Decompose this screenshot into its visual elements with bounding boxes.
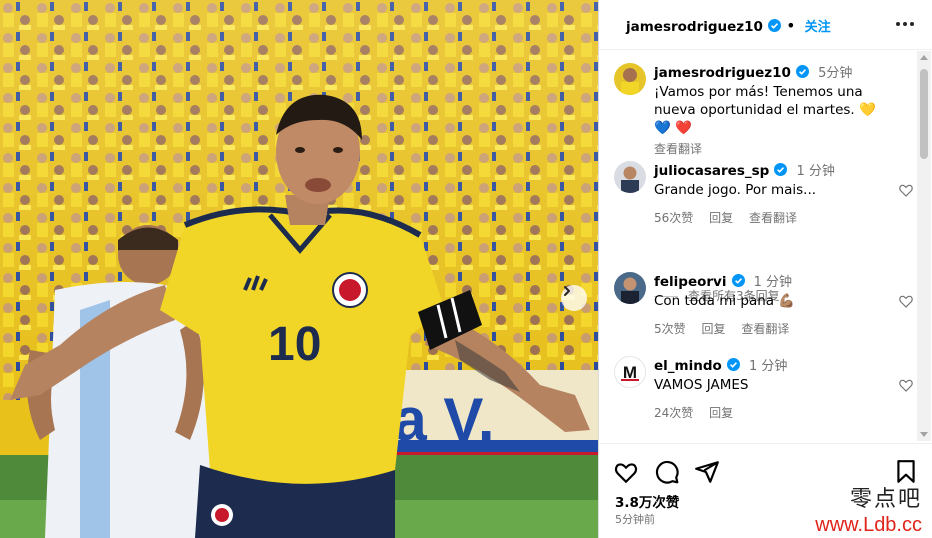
comment-time: 1 分钟 [748,359,788,374]
heart-icon[interactable] [898,377,914,393]
comment-likes[interactable]: 5次赞 [654,322,686,336]
comment-time: 1 分钟 [753,275,793,290]
reply-button[interactable]: 回复 [701,322,725,336]
likes-count[interactable]: 3.8万次赞 [615,491,679,511]
author-username[interactable]: jamesrodriguez10 [626,19,763,35]
avatar[interactable] [614,161,646,193]
heart-icon[interactable] [898,293,914,309]
see-translation-link[interactable]: 查看翻译 [654,142,702,156]
more-options-icon[interactable] [895,14,915,34]
watermark-chinese: 零点吧 [849,487,922,512]
caption-text: ¡Vamos por más! Tenemos una nueva oportu… [654,84,876,136]
avatar[interactable]: M [614,356,646,388]
chevron-right-icon [564,286,570,296]
bookmark-icon[interactable] [893,459,919,485]
reply-button[interactable]: 回复 [709,406,733,420]
post-header: jamesrodriguez10 • 关注 [599,0,932,50]
comment-icon[interactable] [654,459,680,485]
comment-likes[interactable]: 56次赞 [654,211,693,225]
scroll-down-arrow[interactable] [920,432,928,437]
share-icon[interactable] [694,459,720,485]
avatar[interactable] [614,272,646,304]
see-translation-link[interactable]: 查看翻译 [749,211,797,225]
comment-likes[interactable]: 24次赞 [654,406,693,420]
avatar[interactable] [614,63,646,95]
verified-badge-icon [768,19,782,32]
jersey-number: 10 [268,318,321,371]
carousel-next-button[interactable] [561,285,587,311]
post-image[interactable]: ra V. 10 [0,0,598,538]
heart-icon[interactable] [898,182,914,198]
scroll-thumb[interactable] [920,69,928,159]
caption-username[interactable]: jamesrodriguez10 [654,65,791,81]
post-side-panel: jamesrodriguez10 • 关注 jamesrodriguez10 5… [598,0,932,538]
heart-icon[interactable] [613,459,639,485]
comment-time: 1 分钟 [796,164,835,179]
comment-text: Grande jogo. Por mais... [654,182,817,198]
verified-badge-icon [774,163,788,176]
scroll-up-arrow[interactable] [920,55,928,60]
follow-button[interactable]: 关注 [805,20,831,35]
verified-badge-icon [796,65,810,78]
watermark-url: www.Ldb.cc [815,514,922,536]
see-translation-link[interactable]: 查看翻译 [741,322,789,336]
comment-username[interactable]: felipeorvi [654,274,726,290]
post-photo-illustration: ra V. 10 [0,0,598,538]
comments-scrollbar[interactable] [917,51,931,441]
comment-text: VAMOS JAMES [654,377,749,393]
watermark: 零点吧 www.Ldb.cc [815,486,922,536]
caption-time: 5分钟 [818,66,853,81]
comment-username[interactable]: el_mindo [654,358,722,374]
comment-username[interactable]: juliocasares_sp [654,163,769,179]
verified-badge-icon [726,358,740,371]
comment-text: Con toda mi pana 💪🏽 [654,293,796,309]
comments-list[interactable]: jamesrodriguez10 5分钟 ¡Vamos por más! Ten… [599,51,921,441]
reply-button[interactable]: 回复 [709,211,733,225]
post-author: jamesrodriguez10 • 关注 [626,16,831,35]
posted-time: 5分钟前 [615,513,655,526]
verified-badge-icon [731,274,745,287]
